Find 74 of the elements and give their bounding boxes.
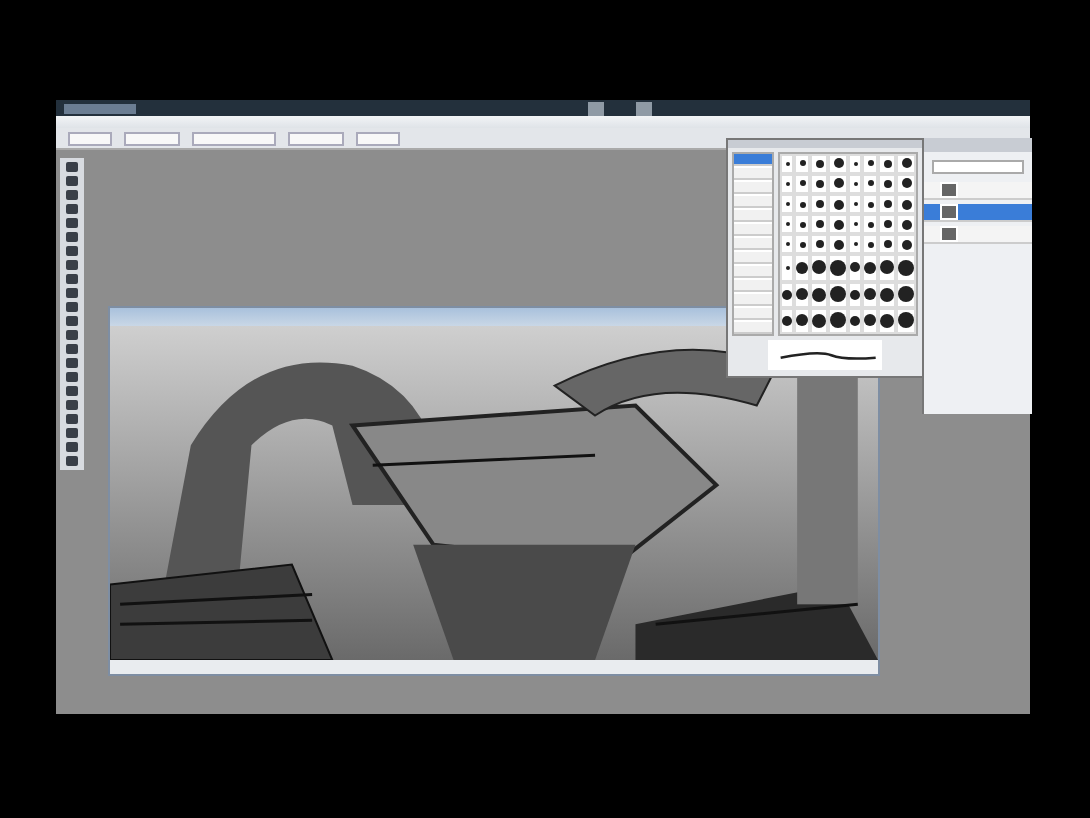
brush-tip-icon[interactable] bbox=[780, 281, 794, 308]
tool-option-field[interactable] bbox=[68, 131, 112, 145]
brush-tip-icon[interactable] bbox=[896, 214, 916, 235]
brush-tip-icon[interactable] bbox=[862, 214, 878, 235]
brush-tip-icon[interactable] bbox=[780, 173, 794, 195]
brush-tip-icon[interactable] bbox=[794, 281, 810, 308]
tool-option-field[interactable] bbox=[356, 131, 400, 145]
brush-tip-icon[interactable] bbox=[862, 153, 878, 174]
brush-tip-icon[interactable] bbox=[810, 281, 828, 308]
brush-tip-icon[interactable] bbox=[862, 254, 878, 282]
input-field[interactable] bbox=[192, 131, 276, 145]
brush-tip-icon[interactable] bbox=[848, 194, 862, 215]
taskbar-icon[interactable] bbox=[636, 101, 652, 115]
brush-tip-icon[interactable] bbox=[878, 173, 896, 195]
brush-tip-icon[interactable] bbox=[828, 173, 848, 195]
brush-tip-icon[interactable] bbox=[862, 307, 878, 334]
layer-row[interactable] bbox=[924, 226, 1032, 244]
brush-tip-icon[interactable] bbox=[862, 234, 878, 255]
brush-tip-icon[interactable] bbox=[828, 254, 848, 282]
brush-tip-icon[interactable] bbox=[810, 307, 828, 334]
brush-tip-icon[interactable] bbox=[896, 307, 916, 334]
brush-tip-icon[interactable] bbox=[848, 234, 862, 255]
brush-tip-icon[interactable] bbox=[878, 214, 896, 235]
brush-tip-icon[interactable] bbox=[810, 254, 828, 282]
taskbar-icon[interactable] bbox=[588, 101, 604, 115]
brush-tip-icon[interactable] bbox=[848, 254, 862, 282]
brush-tip-icon[interactable] bbox=[780, 307, 794, 334]
brush-tip-icon[interactable] bbox=[896, 254, 916, 282]
brush-tip-icon[interactable] bbox=[862, 194, 878, 215]
brush-tip-icon[interactable] bbox=[810, 153, 828, 174]
brush-tip-icon[interactable] bbox=[896, 281, 916, 308]
brush-tip-icon[interactable] bbox=[780, 194, 794, 215]
brush-tip-icon[interactable] bbox=[828, 214, 848, 235]
brush-tip-icon[interactable] bbox=[780, 234, 794, 255]
brush-tip-icon[interactable] bbox=[878, 234, 896, 255]
brush-tip-icon[interactable] bbox=[828, 153, 848, 174]
brush-tip-icon[interactable] bbox=[878, 307, 896, 334]
brush-tip-icon[interactable] bbox=[862, 173, 878, 195]
brush-tip-icon[interactable] bbox=[828, 281, 848, 308]
brush-tip-icon[interactable] bbox=[794, 234, 810, 255]
brush-tip-icon[interactable] bbox=[878, 194, 896, 215]
brush-tip-icon[interactable] bbox=[896, 173, 916, 195]
brush-tip-icon[interactable] bbox=[896, 194, 916, 215]
brush-tip-icon[interactable] bbox=[794, 153, 810, 174]
brush-tip-icon[interactable] bbox=[794, 307, 810, 334]
brush-tip-icon[interactable] bbox=[810, 194, 828, 215]
brush-tip-icon[interactable] bbox=[810, 214, 828, 235]
brush-tip-icon[interactable] bbox=[848, 281, 862, 308]
brush-tip-icon[interactable] bbox=[848, 214, 862, 235]
brush-tip-icon[interactable] bbox=[848, 153, 862, 174]
brush-tip-icon[interactable] bbox=[848, 307, 862, 334]
layer-row[interactable] bbox=[924, 204, 1032, 222]
brush-tip-icon[interactable] bbox=[780, 214, 794, 235]
brush-tip-icon[interactable] bbox=[794, 194, 810, 215]
brush-tip-icon[interactable] bbox=[896, 153, 916, 174]
brush-tip-icon[interactable] bbox=[810, 173, 828, 195]
brush-tip-icon[interactable] bbox=[794, 254, 810, 282]
brush-tip-icon[interactable] bbox=[780, 153, 794, 174]
brush-tip-icon[interactable] bbox=[828, 307, 848, 334]
brush-tip-icon[interactable] bbox=[780, 254, 794, 282]
tool-option-field[interactable] bbox=[288, 131, 344, 145]
brush-tip-icon[interactable] bbox=[794, 173, 810, 195]
brush-tip-icon[interactable] bbox=[828, 194, 848, 215]
brush-tip-icon[interactable] bbox=[878, 153, 896, 174]
layer-row[interactable] bbox=[924, 182, 1032, 200]
brush-tip-icon[interactable] bbox=[862, 281, 878, 308]
brush-tip-icon[interactable] bbox=[896, 234, 916, 255]
brush-tip-icon[interactable] bbox=[794, 214, 810, 235]
brush-tip-icon[interactable] bbox=[878, 281, 896, 308]
tool-option-field[interactable] bbox=[124, 131, 180, 145]
brush-tip-icon[interactable] bbox=[878, 254, 896, 282]
brush-tip-icon[interactable] bbox=[848, 173, 862, 195]
brush-tip-icon[interactable] bbox=[828, 234, 848, 255]
brush-tip-icon[interactable] bbox=[810, 234, 828, 255]
